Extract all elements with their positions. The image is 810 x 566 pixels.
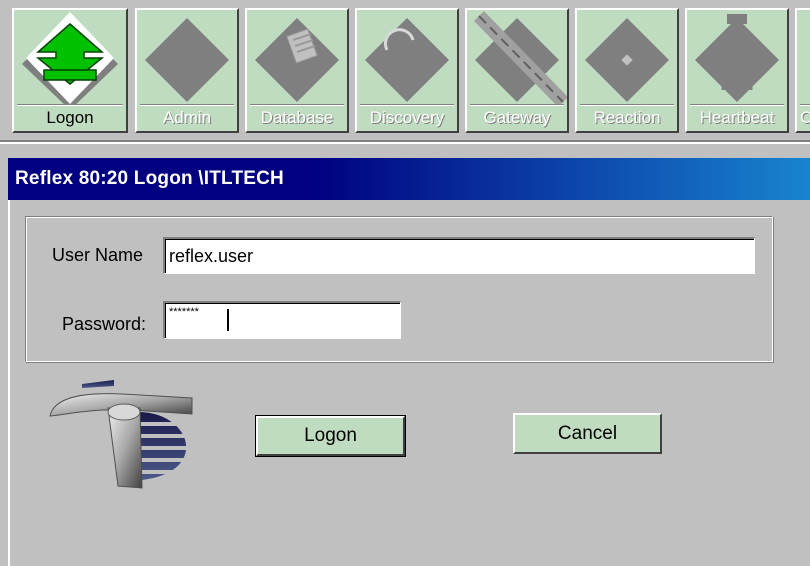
toolbar-separator-highlight [0,142,810,144]
toolbar-gateway-label: Gateway [470,104,564,129]
dialog-title: Reflex 80:20 Logon \ITLTECH [15,168,284,189]
toolbar-admin-label: Admin [140,104,234,129]
username-label: User Name [52,245,144,265]
toolbar-database-label: Database [250,104,344,129]
toolbar-heartbeat-button[interactable]: Heartbeat [685,8,789,133]
dialog-title-bar: Reflex 80:20 Logon \ITLTECH [8,158,810,200]
password-masked-value: ******* [169,306,199,318]
logon-button[interactable]: Logon [255,415,406,457]
toolbar-discovery-button[interactable]: Discovery [355,8,459,133]
toolbar-heartbeat-label: Heartbeat [690,104,784,129]
toolbar-logon-label: Logon [17,104,123,129]
admin-diamond-icon [145,18,229,102]
toolbar-logon-button[interactable]: Logon [12,8,128,133]
toolbar-database-button[interactable]: Database [245,8,349,133]
toolbar-more-label: C [800,104,810,129]
module-toolbar: Logon Admin Database Discovery Gateway R… [0,0,810,146]
dialog-left-border [8,200,10,566]
toolbar-gateway-button[interactable]: Gateway [465,8,569,133]
logon-arrow-icon [22,12,118,106]
password-input[interactable]: ******* [163,301,401,339]
itltech-logo-icon [49,380,198,489]
discovery-icon [365,18,449,102]
heartbeat-icon [695,14,779,102]
text-caret [227,309,229,331]
gateway-icon [473,11,567,106]
toolbar-reaction-button[interactable]: Reaction [575,8,679,133]
username-input[interactable] [163,237,755,274]
database-icon [255,18,339,102]
toolbar-admin-button[interactable]: Admin [135,8,239,133]
toolbar-discovery-label: Discovery [360,104,454,129]
cancel-button[interactable]: Cancel [513,413,662,454]
toolbar-more-button[interactable]: C [795,8,810,133]
password-label: Password: [62,314,147,334]
reaction-icon [585,18,669,102]
toolbar-reaction-label: Reaction [580,104,674,129]
